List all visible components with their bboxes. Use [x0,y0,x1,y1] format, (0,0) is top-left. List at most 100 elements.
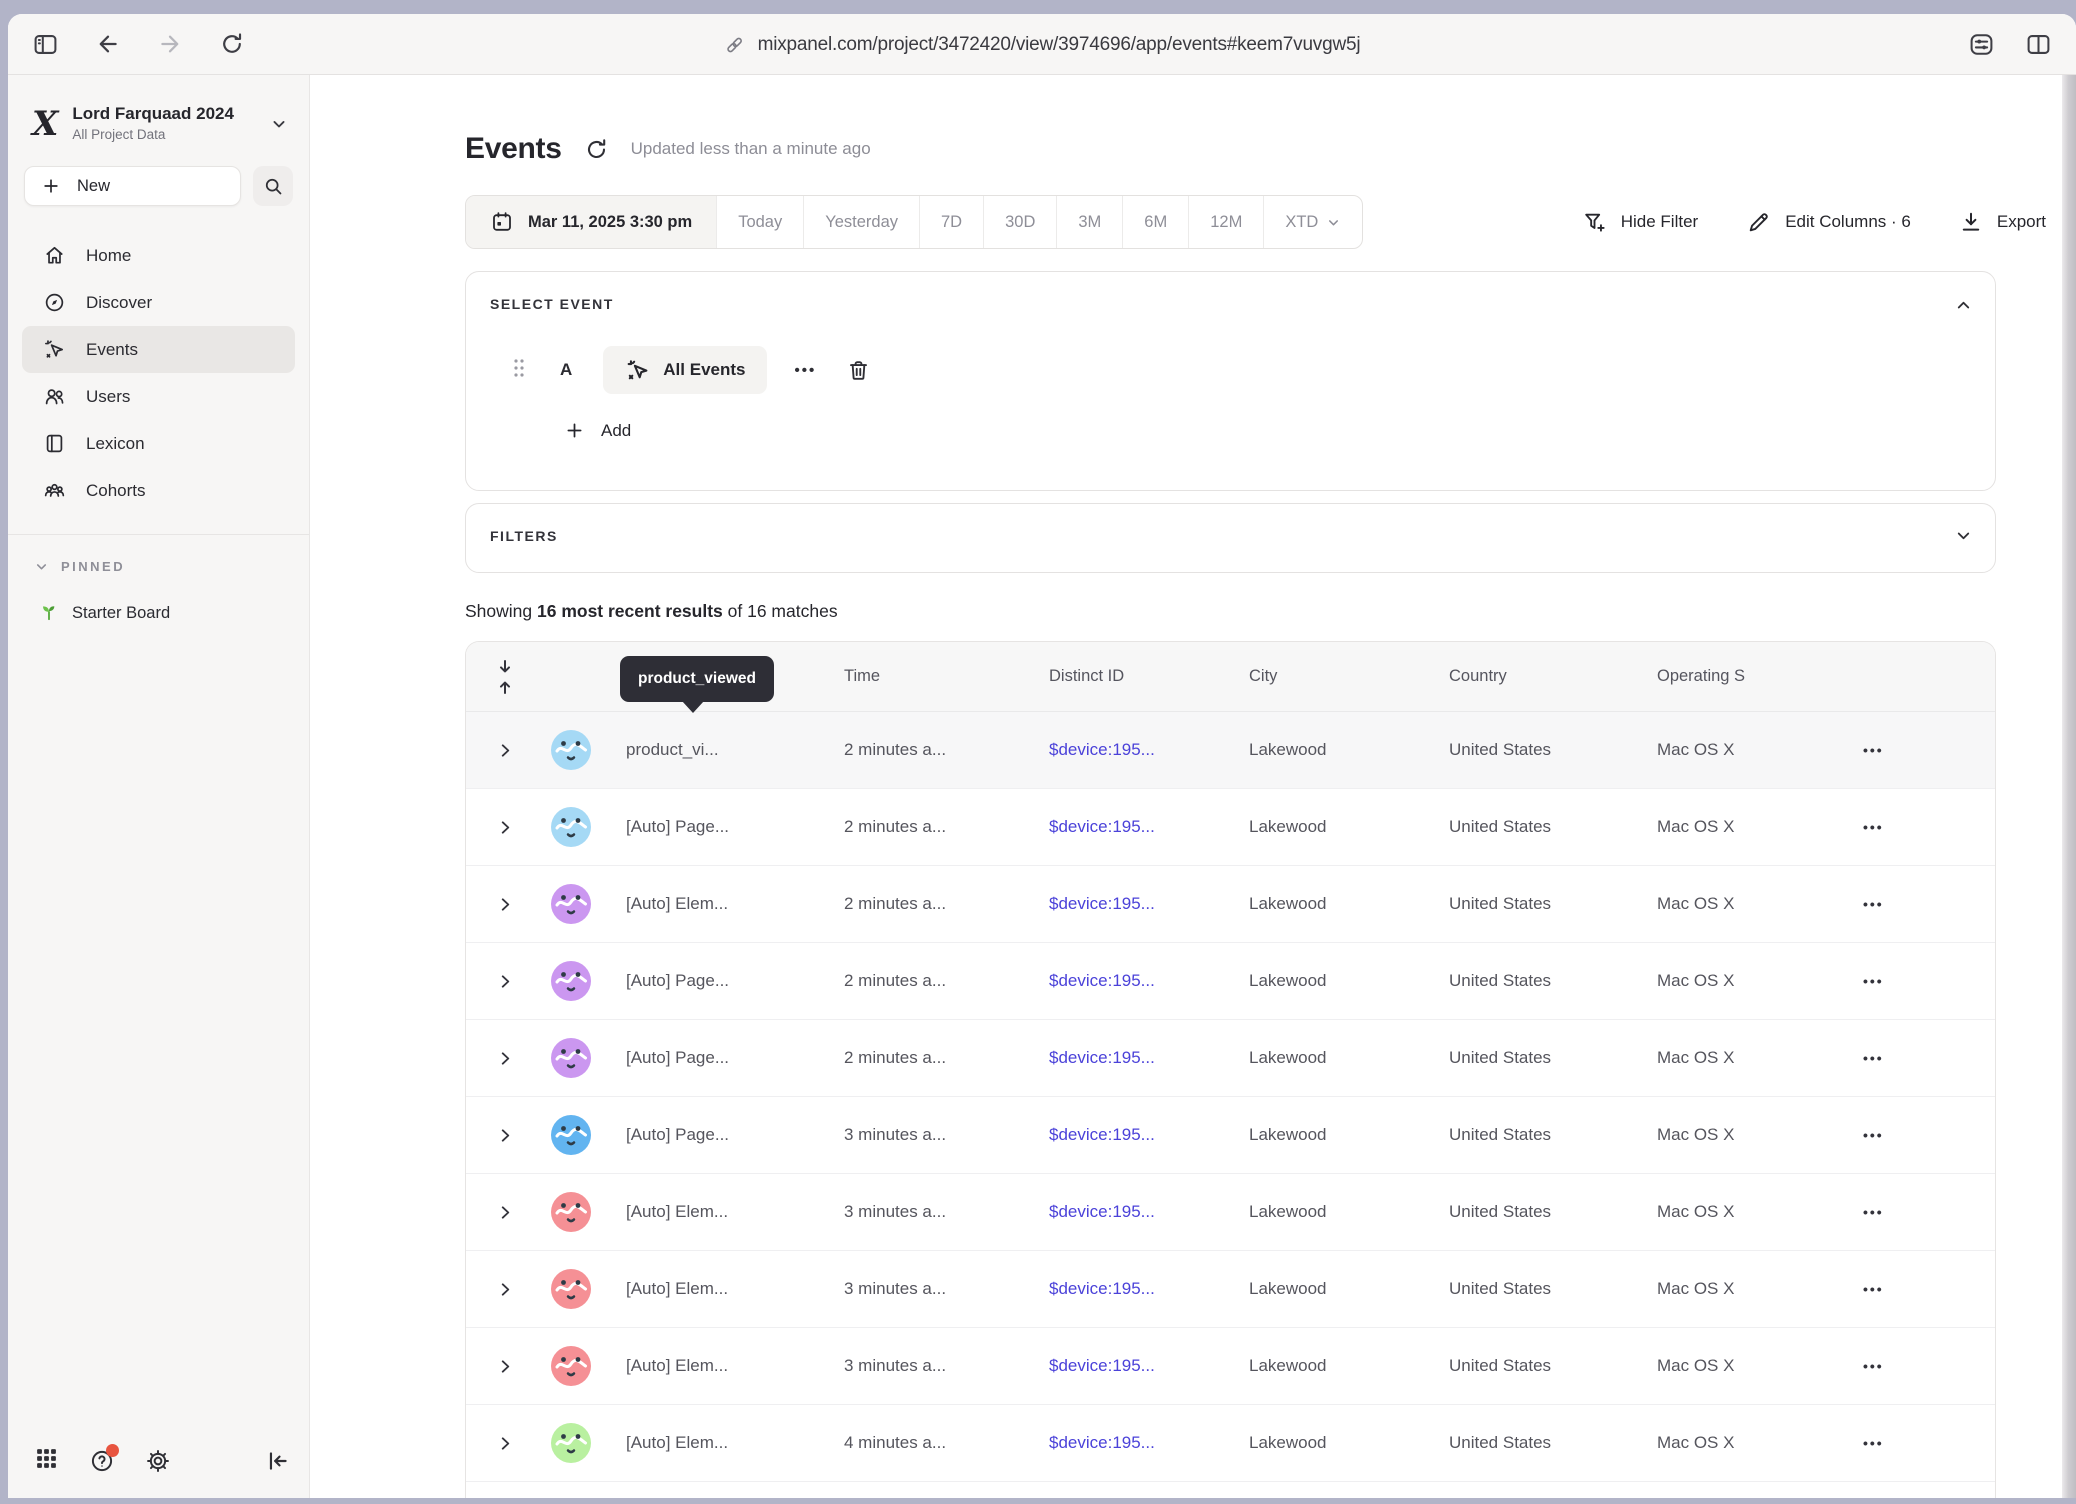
sidebar-item-starter-board[interactable]: Starter Board [38,600,309,627]
column-header-country[interactable]: Country [1449,667,1657,686]
page-scrollbar[interactable] [2062,75,2076,1498]
column-header-time[interactable]: Time [844,667,1049,686]
sidebar-item-events[interactable]: Events [22,326,295,373]
all-events-chip[interactable]: All Events [603,346,767,394]
help-button[interactable] [89,1448,115,1474]
row-more-button[interactable]: ••• [1863,1281,1884,1297]
apps-grid-icon[interactable] [34,1446,59,1476]
cell-distinct-id-link[interactable]: $device:195... [1049,1279,1155,1298]
mixpanel-logo-icon: X [32,107,58,141]
edit-columns-button[interactable]: Edit Columns · 6 [1746,210,1911,235]
table-row[interactable]: [Auto] Elem...4 minutes a...$device:195.… [466,1405,1995,1482]
row-more-button[interactable]: ••• [1863,1435,1884,1451]
range-yesterday[interactable]: Yesterday [803,196,919,248]
cell-event-name: [Auto] Elem... [626,1433,844,1453]
table-row[interactable]: [Auto] Page...2 minutes a...$device:195.… [466,943,1995,1020]
table-row[interactable]: [Auto] Elem...3 minutes a...$device:195.… [466,1251,1995,1328]
cell-distinct-id-link[interactable]: $device:195... [1049,1048,1155,1067]
sidebar-item-discover[interactable]: Discover [22,279,295,326]
select-event-panel: SELECT EVENT A All Events ••• Add [465,271,1996,491]
search-button[interactable] [253,166,293,206]
chevron-down-icon[interactable] [1954,526,1973,545]
cell-distinct-id-link[interactable]: $device:195... [1049,894,1155,913]
expand-row-icon[interactable] [496,1357,515,1376]
home-icon [42,244,66,267]
cell-distinct-id-link[interactable]: $device:195... [1049,1202,1155,1221]
cell-distinct-id-link[interactable]: $device:195... [1049,971,1155,990]
expand-row-icon[interactable] [496,1126,515,1145]
range-3m[interactable]: 3M [1056,196,1122,248]
sidebar-item-lexicon[interactable]: Lexicon [22,420,295,467]
expand-row-icon[interactable] [496,1434,515,1453]
split-view-icon[interactable] [2025,31,2052,58]
sidebar-item-home[interactable]: Home [22,232,295,279]
refresh-icon[interactable] [584,137,609,162]
column-header-distinct-id[interactable]: Distinct ID [1049,667,1249,686]
row-more-button[interactable]: ••• [1863,1358,1884,1374]
row-more-button[interactable]: ••• [1863,1204,1884,1220]
event-avatar-icon [551,1423,591,1463]
column-header-os[interactable]: Operating S [1657,667,1837,686]
row-more-button[interactable]: ••• [1863,1050,1884,1066]
project-switcher[interactable]: X Lord Farquaad 2024 All Project Data [8,75,309,144]
range-today[interactable]: Today [716,196,803,248]
pinned-section-header[interactable]: PINNED [34,559,309,574]
range-30d[interactable]: 30D [983,196,1056,248]
sidebar-toggle-icon[interactable] [32,31,59,58]
collapse-all-rows-icon[interactable] [494,658,516,696]
range-7d[interactable]: 7D [919,196,983,248]
range-12m[interactable]: 12M [1188,196,1263,248]
row-more-button[interactable]: ••• [1863,896,1884,912]
expand-row-icon[interactable] [496,1280,515,1299]
expand-row-icon[interactable] [496,1049,515,1068]
cell-distinct-id-link[interactable]: $device:195... [1049,1125,1155,1144]
reload-icon[interactable] [219,31,245,57]
expand-row-icon[interactable] [496,972,515,991]
table-row[interactable]: ••• [466,1482,1995,1498]
column-header-city[interactable]: City [1249,667,1449,686]
cell-city: Lakewood [1249,971,1449,991]
project-subtitle: All Project Data [72,127,234,144]
table-row[interactable]: [Auto] Page...2 minutes a...$device:195.… [466,1020,1995,1097]
table-row[interactable]: [Auto] Page...2 minutes a...$device:195.… [466,789,1995,866]
expand-row-icon[interactable] [496,818,515,837]
date-picker[interactable]: Mar 11, 2025 3:30 pm [466,196,716,248]
cell-distinct-id-link[interactable]: $device:195... [1049,817,1155,836]
sidebar-item-users[interactable]: Users [22,373,295,420]
sidebar-item-cohorts[interactable]: Cohorts [22,467,295,514]
expand-row-icon[interactable] [496,1203,515,1222]
table-row[interactable]: [Auto] Elem...3 minutes a...$device:195.… [466,1174,1995,1251]
cell-distinct-id-link[interactable]: $device:195... [1049,740,1155,759]
page-settings-icon[interactable] [1968,31,1995,58]
hide-filter-button[interactable]: Hide Filter [1582,210,1698,235]
drag-handle-icon[interactable] [512,357,526,384]
expand-row-icon[interactable] [496,895,515,914]
cell-distinct-id-link[interactable]: $device:195... [1049,1433,1155,1452]
table-row[interactable]: [Auto] Elem...3 minutes a...$device:195.… [466,1328,1995,1405]
row-more-button[interactable]: ••• [1863,819,1884,835]
trash-icon[interactable] [846,358,871,383]
forward-icon[interactable] [157,31,183,57]
address-bar[interactable]: mixpanel.com/project/3472420/view/397469… [724,14,1361,75]
table-row[interactable]: [Auto] Page...3 minutes a...$device:195.… [466,1097,1995,1174]
table-row[interactable]: [Auto] Elem...2 minutes a...$device:195.… [466,866,1995,943]
add-event-button[interactable]: Add [564,420,684,441]
cell-os: Mac OS X [1657,894,1837,914]
back-icon[interactable] [95,31,121,57]
export-button[interactable]: Export [1959,210,2046,234]
date-range-control: Mar 11, 2025 3:30 pm Today Yesterday 7D … [465,195,1363,249]
collapse-sidebar-icon[interactable] [265,1448,291,1474]
cell-country: United States [1449,1279,1657,1299]
event-more-button[interactable]: ••• [794,362,816,379]
row-more-button[interactable]: ••• [1863,742,1884,758]
expand-row-icon[interactable] [496,741,515,760]
gear-icon[interactable] [145,1448,171,1474]
row-more-button[interactable]: ••• [1863,973,1884,989]
range-6m[interactable]: 6M [1122,196,1188,248]
cell-os: Mac OS X [1657,817,1837,837]
row-more-button[interactable]: ••• [1863,1127,1884,1143]
new-button[interactable]: New [24,166,241,206]
range-xtd[interactable]: XTD [1263,196,1362,248]
chevron-up-icon[interactable] [1954,296,1973,315]
cell-distinct-id-link[interactable]: $device:195... [1049,1356,1155,1375]
